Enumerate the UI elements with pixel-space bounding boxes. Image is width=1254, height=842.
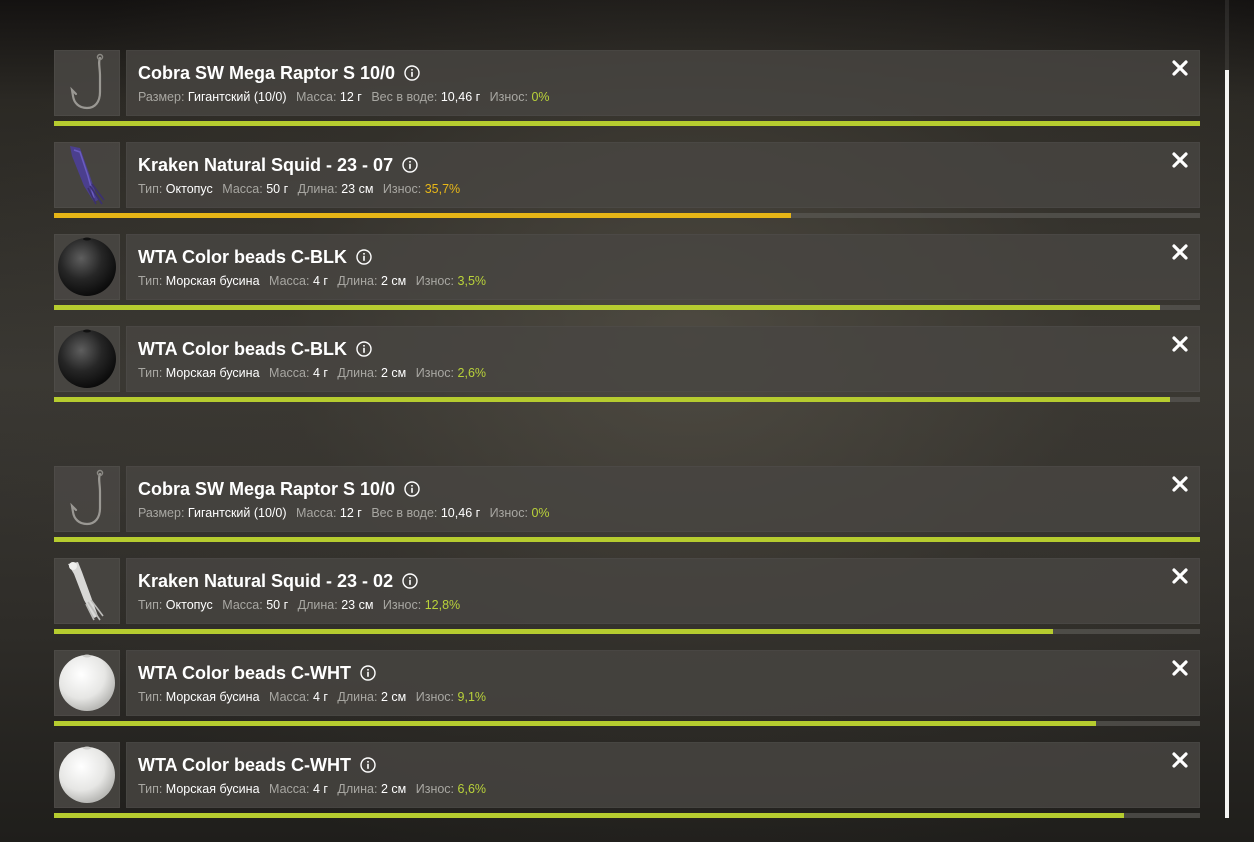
remove-button[interactable] — [1170, 658, 1190, 678]
wear-value: 0% — [531, 90, 550, 104]
item-name: Cobra SW Mega Raptor S 10/0 — [138, 62, 396, 83]
wear-value: 6,6% — [457, 782, 487, 796]
info-icon[interactable] — [360, 757, 376, 773]
tackle-item: WTA Color beads C-BLK Тип: Морская бусин… — [54, 326, 1200, 406]
wear-value: 35,7% — [424, 182, 461, 196]
info-icon[interactable] — [402, 157, 418, 173]
item-stats: Тип: Морская бусина Масса: 4 г Длина: 2 … — [138, 690, 487, 704]
item-stats: Тип: Морская бусина Масса: 4 г Длина: 2 … — [138, 782, 487, 796]
black-bead-icon[interactable] — [54, 234, 120, 300]
item-name: Kraken Natural Squid - 23 - 02 — [138, 570, 394, 591]
item-name: WTA Color beads C-BLK — [138, 338, 347, 359]
tackle-item: Cobra SW Mega Raptor S 10/0 Размер: Гига… — [54, 466, 1200, 546]
item-stats: Размер: Гигантский (10/0) Масса: 12 г Ве… — [138, 90, 550, 104]
wear-value: 9,1% — [457, 690, 487, 704]
item-name: WTA Color beads C-WHT — [138, 662, 351, 683]
info-icon[interactable] — [404, 65, 420, 81]
info-icon[interactable] — [402, 573, 418, 589]
white-bead-icon[interactable] — [54, 742, 120, 808]
item-name: Cobra SW Mega Raptor S 10/0 — [138, 478, 396, 499]
white-bead-icon[interactable] — [54, 650, 120, 716]
hook-icon[interactable] — [54, 466, 120, 532]
remove-button[interactable] — [1170, 150, 1190, 170]
condition-bar-fill — [54, 121, 1200, 126]
condition-bar-fill — [54, 213, 791, 218]
condition-bar — [54, 121, 1200, 126]
item-panel: Cobra SW Mega Raptor S 10/0 Размер: Гига… — [126, 466, 1200, 532]
wear-value: 12,8% — [424, 598, 461, 612]
condition-bar-fill — [54, 813, 1125, 818]
tackle-item: Kraken Natural Squid - 23 - 02 Тип: Окто… — [54, 558, 1200, 638]
tackle-item: WTA Color beads C-WHT Тип: Морская бусин… — [54, 650, 1200, 730]
item-name: Kraken Natural Squid - 23 - 07 — [138, 154, 394, 175]
tackle-item: Kraken Natural Squid - 23 - 07 Тип: Окто… — [54, 142, 1200, 222]
remove-button[interactable] — [1170, 58, 1190, 78]
info-icon[interactable] — [404, 481, 420, 497]
item-stats: Тип: Морская бусина Масса: 4 г Длина: 2 … — [138, 366, 487, 380]
item-stats: Размер: Гигантский (10/0) Масса: 12 г Ве… — [138, 506, 550, 520]
info-icon[interactable] — [356, 341, 372, 357]
info-icon[interactable] — [356, 249, 372, 265]
item-name: WTA Color beads C-WHT — [138, 754, 351, 775]
white-squid-lure-icon[interactable] — [54, 558, 120, 624]
item-stats: Тип: Октопус Масса: 50 г Длина: 23 см Из… — [138, 182, 461, 196]
info-icon[interactable] — [360, 665, 376, 681]
condition-bar-fill — [54, 305, 1160, 310]
condition-bar — [54, 721, 1200, 726]
condition-bar — [54, 397, 1200, 402]
black-bead-icon[interactable] — [54, 326, 120, 392]
condition-bar — [54, 813, 1200, 818]
remove-button[interactable] — [1170, 474, 1190, 494]
item-stats: Тип: Октопус Масса: 50 г Длина: 23 см Из… — [138, 598, 461, 612]
condition-bar — [54, 629, 1200, 634]
item-panel: Kraken Natural Squid - 23 - 02 Тип: Окто… — [126, 558, 1200, 624]
condition-bar-fill — [54, 629, 1054, 634]
condition-bar — [54, 213, 1200, 218]
wear-value: 3,5% — [457, 274, 487, 288]
purple-squid-lure-icon[interactable] — [54, 142, 120, 208]
item-panel: WTA Color beads C-WHT Тип: Морская бусин… — [126, 742, 1200, 808]
remove-button[interactable] — [1170, 750, 1190, 770]
tackle-item: Cobra SW Mega Raptor S 10/0 Размер: Гига… — [54, 50, 1200, 130]
wear-value: 2,6% — [457, 366, 487, 380]
tackle-item: WTA Color beads C-BLK Тип: Морская бусин… — [54, 234, 1200, 314]
condition-bar — [54, 537, 1200, 542]
remove-button[interactable] — [1170, 334, 1190, 354]
remove-button[interactable] — [1170, 566, 1190, 586]
condition-bar-fill — [54, 721, 1096, 726]
item-stats: Тип: Морская бусина Масса: 4 г Длина: 2 … — [138, 274, 487, 288]
item-panel: Cobra SW Mega Raptor S 10/0 Размер: Гига… — [126, 50, 1200, 116]
condition-bar-fill — [54, 397, 1171, 402]
condition-bar — [54, 305, 1200, 310]
item-panel: WTA Color beads C-WHT Тип: Морская бусин… — [126, 650, 1200, 716]
item-panel: Kraken Natural Squid - 23 - 07 Тип: Окто… — [126, 142, 1200, 208]
wear-value: 0% — [531, 506, 550, 520]
item-name: WTA Color beads C-BLK — [138, 246, 347, 267]
condition-bar-fill — [54, 537, 1200, 542]
tackle-item: WTA Color beads C-WHT Тип: Морская бусин… — [54, 742, 1200, 822]
item-panel: WTA Color beads C-BLK Тип: Морская бусин… — [126, 326, 1200, 392]
item-panel: WTA Color beads C-BLK Тип: Морская бусин… — [126, 234, 1200, 300]
scrollbar-thumb[interactable] — [1225, 70, 1229, 818]
remove-button[interactable] — [1170, 242, 1190, 262]
hook-icon[interactable] — [54, 50, 120, 116]
